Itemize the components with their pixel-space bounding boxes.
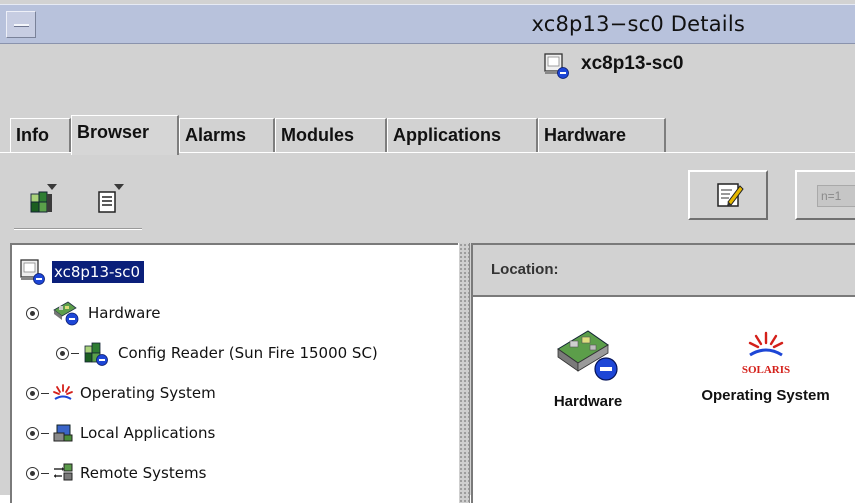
details-panel: Location: Hardware SOLARIS Operating Sys… bbox=[471, 243, 855, 503]
location-label: Location: bbox=[491, 261, 559, 278]
tab-browser[interactable]: Browser bbox=[71, 115, 179, 155]
pane-splitter[interactable] bbox=[458, 243, 470, 503]
tree-panel: xc8p13-sc0 Hardware Config Reader (Sun F… bbox=[10, 243, 458, 503]
details-item-label: Operating System bbox=[701, 387, 830, 404]
expand-toggle[interactable] bbox=[26, 386, 39, 400]
expand-toggle[interactable] bbox=[26, 466, 39, 480]
tree-item-remote-systems[interactable]: Remote Systems bbox=[26, 458, 206, 488]
document-dropdown-icon[interactable] bbox=[94, 182, 128, 216]
expand-toggle[interactable] bbox=[56, 346, 69, 360]
expand-toggle[interactable] bbox=[26, 426, 39, 440]
details-item-operating-system[interactable]: SOLARIS Operating System bbox=[678, 323, 853, 404]
remote-systems-icon bbox=[54, 463, 73, 481]
module-browser-dropdown-icon[interactable] bbox=[27, 182, 61, 216]
tree-root-label: xc8p13-sc0 bbox=[52, 261, 145, 283]
edit-notepad-icon bbox=[717, 183, 744, 207]
tab-modules[interactable]: Modules bbox=[275, 118, 387, 153]
title-bar[interactable]: xc8p13−sc0 Details bbox=[0, 4, 855, 44]
location-bar: Location: bbox=[473, 245, 855, 297]
tree-item-config-reader[interactable]: Config Reader (Sun Fire 15000 SC) bbox=[56, 338, 378, 368]
host-header: xc8p13-sc0 bbox=[0, 45, 855, 87]
tree-item-operating-system[interactable]: Operating System bbox=[26, 378, 216, 408]
tree-item-label: Config Reader (Sun Fire 15000 SC) bbox=[118, 344, 378, 362]
hardware-board-icon bbox=[53, 301, 79, 326]
details-item-label: Hardware bbox=[553, 393, 623, 410]
toolbar-separator bbox=[14, 228, 142, 229]
tab-alarms[interactable]: Alarms bbox=[179, 118, 275, 153]
solaris-logo-text: SOLARIS bbox=[741, 364, 789, 376]
server-icon bbox=[544, 53, 569, 79]
expand-toggle[interactable] bbox=[26, 306, 39, 320]
config-reader-icon bbox=[84, 342, 108, 366]
server-icon bbox=[20, 259, 45, 285]
tree-item-label: Hardware bbox=[88, 304, 161, 322]
tab-applications[interactable]: Applications bbox=[387, 118, 538, 153]
tab-info[interactable]: Info bbox=[10, 118, 71, 153]
window-title: xc8p13−sc0 Details bbox=[531, 12, 745, 36]
hardware-board-icon bbox=[557, 330, 618, 381]
solaris-logo-icon: SOLARIS bbox=[741, 331, 790, 376]
tree-item-local-applications[interactable]: Local Applications bbox=[26, 418, 215, 448]
edit-button[interactable] bbox=[688, 170, 768, 220]
host-name: xc8p13-sc0 bbox=[581, 53, 684, 74]
tab-hardware[interactable]: Hardware bbox=[538, 118, 666, 153]
window-menu-icon[interactable] bbox=[6, 11, 36, 38]
counter-button[interactable]: n=1 bbox=[795, 170, 855, 220]
solaris-sun-icon bbox=[53, 384, 73, 400]
tree-item-label: Local Applications bbox=[80, 424, 216, 442]
tree-item-hardware[interactable]: Hardware bbox=[26, 298, 160, 328]
details-window: xc8p13−sc0 Details xc8p13-sc0 Info Brows… bbox=[0, 0, 855, 503]
tree-root[interactable]: xc8p13-sc0 bbox=[18, 257, 145, 287]
counter-label: n=1 bbox=[817, 185, 855, 207]
tree-item-label: Remote Systems bbox=[80, 464, 207, 482]
details-item-hardware[interactable]: Hardware bbox=[533, 325, 643, 410]
tree-item-label: Operating System bbox=[80, 384, 216, 402]
applications-icon bbox=[53, 424, 73, 442]
